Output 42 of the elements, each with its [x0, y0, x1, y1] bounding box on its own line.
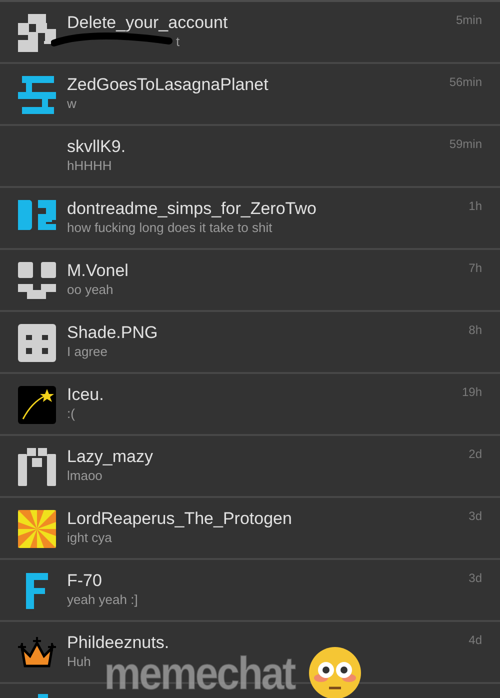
- timestamp: 56min: [449, 74, 483, 91]
- timestamp: 3d: [468, 508, 483, 525]
- contact-name: Iceu.: [67, 385, 104, 405]
- message-preview: I agree: [67, 343, 108, 360]
- message-preview: oo yeah: [67, 281, 114, 298]
- contact-name: skvllK9.: [67, 137, 126, 157]
- timestamp: 59min: [449, 136, 483, 153]
- checker-avatar-icon: [18, 14, 56, 52]
- timestamp: 19h: [462, 384, 483, 401]
- timestamp: 4d: [468, 632, 483, 649]
- message-preview: :(: [67, 405, 75, 422]
- blocky-avatar-icon: [18, 448, 56, 486]
- contact-name: F-70: [67, 571, 102, 591]
- message-preview: t: [176, 33, 180, 50]
- contact-name: Delete_your_account: [67, 13, 228, 33]
- message-preview: ight cya: [67, 529, 112, 546]
- message-preview: hHHHH: [67, 157, 112, 174]
- meme-caption: memechat: [104, 650, 294, 696]
- blocky-avatar-icon: [18, 262, 56, 300]
- contact-name: ZedGoesToLasagnaPlanet: [67, 75, 268, 95]
- message-preview: Huh: [67, 653, 91, 670]
- timestamp: 3d: [468, 570, 483, 587]
- pinwheel-avatar-icon: [18, 510, 56, 548]
- zed-avatar-icon: [18, 76, 56, 114]
- contact-name: Shade.PNG: [67, 323, 158, 343]
- timestamp: 1h: [468, 198, 483, 215]
- message-preview: lmaoo: [67, 467, 102, 484]
- message-preview: how fucking long does it take to shit: [67, 219, 272, 236]
- timestamp: 2d: [468, 446, 483, 463]
- contact-name: LordReaperus_The_Protogen: [67, 509, 292, 529]
- blocky-avatar-icon: [18, 324, 56, 362]
- contact-name: Lazy_mazy: [67, 447, 153, 467]
- contact-name: Phildeeznuts.: [67, 633, 170, 653]
- contact-name: M.Vonel: [67, 261, 128, 281]
- shooting-star-avatar-icon: [18, 386, 56, 424]
- contact-name: dontreadme_simps_for_ZeroTwo: [67, 199, 316, 219]
- timestamp: 8h: [468, 322, 483, 339]
- timestamp: 5min: [456, 12, 483, 29]
- message-preview: yeah yeah :]: [67, 591, 138, 608]
- timestamp: 7h: [468, 260, 483, 277]
- message-preview: w: [67, 95, 76, 112]
- flushed-face-icon: [308, 646, 362, 698]
